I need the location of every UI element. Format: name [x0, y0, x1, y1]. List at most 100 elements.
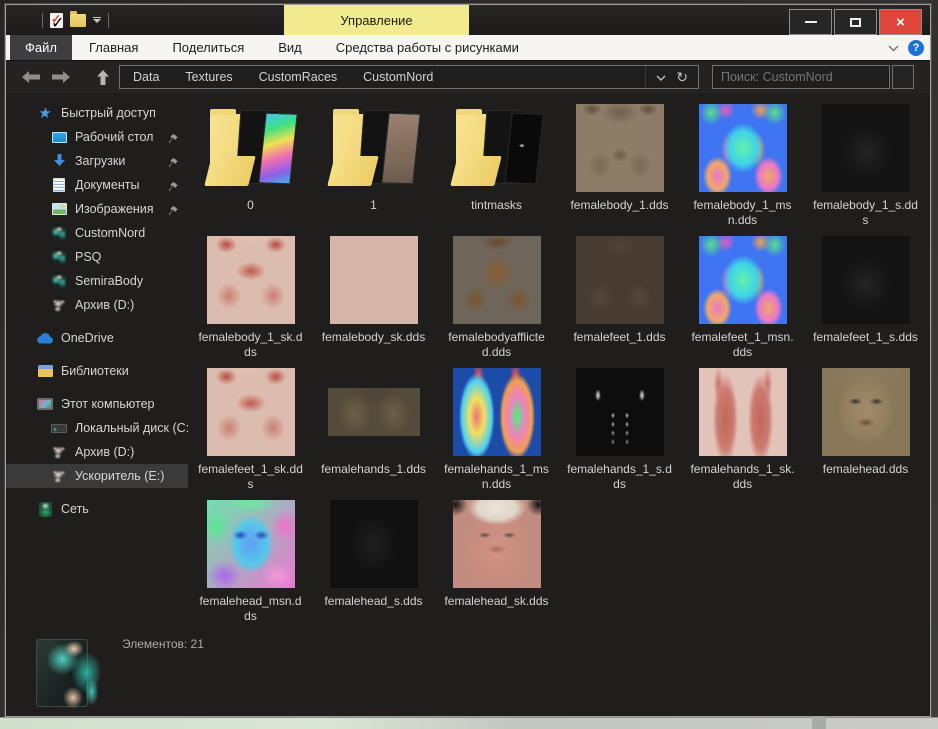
folder-item-1[interactable]: 1: [312, 101, 435, 233]
minimize-button[interactable]: [789, 9, 832, 35]
file-thumbnail: [207, 236, 295, 324]
toolbar-separator: [42, 13, 43, 28]
file-thumbnail: [207, 500, 295, 588]
ribbon-tab-4[interactable]: Средства работы с рисунками: [319, 35, 536, 60]
file-item-femalehands_1_sk.dds[interactable]: femalehands_1_sk.dds: [681, 365, 804, 497]
address-dropdown-chevron-icon[interactable]: [656, 68, 666, 86]
sidebar-item-network[interactable]: Сеть: [6, 497, 188, 521]
explorer-window: ✓ Управление × ФайлГлавнаяПоделитьсяВидС…: [5, 4, 931, 717]
sidebar-item-psq[interactable]: PSQ: [6, 245, 188, 269]
miku-folder-icon: [50, 273, 68, 289]
file-item-femalefeet_1_sk.dds[interactable]: femalefeet_1_sk.dds: [189, 365, 312, 497]
file-name: femalefeet_1_s.dds: [813, 330, 919, 345]
desktop-icon: [50, 129, 68, 145]
up-button[interactable]: [92, 67, 114, 87]
file-item-femalefeet_1.dds[interactable]: femalefeet_1.dds: [558, 233, 681, 365]
sidebar-item-local-disk-c[interactable]: Локальный диск (C:): [6, 416, 188, 440]
pin-icon: [168, 203, 178, 221]
file-thumbnail: [330, 236, 418, 324]
ribbon-tab-2[interactable]: Поделиться: [155, 35, 261, 60]
document-icon: [50, 177, 68, 193]
sidebar-item-label: OneDrive: [61, 331, 114, 345]
sidebar-item-pictures[interactable]: Изображения: [6, 197, 188, 221]
sidebar-item-accelerator-e[interactable]: Ускоритель (E:): [6, 464, 188, 488]
search-button[interactable]: [892, 65, 914, 89]
file-thumbnail: [699, 236, 787, 324]
refresh-icon[interactable]: ↻: [676, 70, 688, 84]
folder-icon: [202, 104, 300, 192]
file-item-femalehead_msn.dds[interactable]: femalehead_msn.dds: [189, 497, 312, 629]
file-item-femalehead_s.dds[interactable]: femalehead_s.dds: [312, 497, 435, 629]
new-folder-icon[interactable]: [70, 14, 86, 27]
folder-item-0[interactable]: 0: [189, 101, 312, 233]
pictures-icon: [50, 201, 68, 217]
address-bar[interactable]: DataTexturesCustomRacesCustomNord ↻: [119, 65, 699, 89]
sidebar-item-label: Этот компьютер: [61, 397, 154, 411]
sidebar-item-label: CustomNord: [75, 226, 145, 240]
qat-dropdown-icon[interactable]: [93, 17, 101, 23]
sidebar-item-downloads[interactable]: Загрузки: [6, 149, 188, 173]
file-item-femalehead.dds[interactable]: femalehead.dds: [804, 365, 927, 497]
file-thumbnail: [822, 368, 910, 456]
file-item-femalehands_1.dds[interactable]: femalehands_1.dds: [312, 365, 435, 497]
forward-button[interactable]: [50, 67, 72, 87]
sidebar-item-label: Быстрый доступ: [61, 106, 156, 120]
file-item-femalehands_1_s.dds[interactable]: femalehands_1_s.dds: [558, 365, 681, 497]
sidebar-item-this-pc[interactable]: Этот компьютер: [6, 392, 188, 416]
file-name: femalehands_1_s.dds: [567, 462, 673, 492]
sidebar-item-label: Архив (D:): [75, 298, 134, 312]
file-item-femalefeet_1_s.dds[interactable]: femalefeet_1_s.dds: [804, 233, 927, 365]
file-thumbnail: [207, 368, 295, 456]
ribbon-context-tab-manage[interactable]: Управление: [284, 5, 469, 35]
file-item-femalebody_sk.dds[interactable]: femalebody_sk.dds: [312, 233, 435, 365]
breadcrumb-textures[interactable]: Textures: [172, 66, 245, 88]
navigation-bar: DataTexturesCustomRacesCustomNord ↻: [6, 61, 930, 93]
titlebar[interactable]: ✓ Управление ×: [6, 5, 930, 35]
ribbon-tab-1[interactable]: Главная: [72, 35, 155, 60]
folder-name: 1: [321, 198, 427, 213]
file-thumbnail: [330, 500, 418, 588]
file-item-femalebody_1_sk.dds[interactable]: femalebody_1_sk.dds: [189, 233, 312, 365]
disk-icon: [50, 420, 68, 436]
close-button[interactable]: ×: [879, 9, 922, 35]
sidebar-item-onedrive[interactable]: OneDrive: [6, 326, 188, 350]
ribbon-tab-3[interactable]: Вид: [261, 35, 319, 60]
breadcrumb-data[interactable]: Data: [120, 66, 172, 88]
sidebar-item-label: Документы: [75, 178, 139, 192]
sidebar-item-customnord[interactable]: CustomNord: [6, 221, 188, 245]
sidebar-item-archive-d-quick[interactable]: Архив (D:): [6, 293, 188, 317]
search-box[interactable]: [712, 65, 890, 89]
sidebar-item-documents[interactable]: Документы: [6, 173, 188, 197]
sidebar-item-desktop[interactable]: Рабочий стол: [6, 125, 188, 149]
folder-item-tintmasks[interactable]: tintmasks: [435, 101, 558, 233]
file-item-femalehead_sk.dds[interactable]: femalehead_sk.dds: [435, 497, 558, 629]
items-count: Элементов: 21: [122, 637, 204, 651]
file-thumbnail: [453, 500, 541, 588]
sidebar-item-quick-access[interactable]: ★ Быстрый доступ: [6, 101, 188, 125]
sidebar-item-semirabody[interactable]: SemiraBody: [6, 269, 188, 293]
sidebar-item-libraries[interactable]: Библиотеки: [6, 359, 188, 383]
window-controls: ×: [789, 9, 922, 35]
file-item-femalebody_1_msn.dds[interactable]: femalebody_1_msn.dds: [681, 101, 804, 233]
file-name: femalebody_1_sk.dds: [198, 330, 304, 360]
file-item-femalefeet_1_msn.dds[interactable]: femalefeet_1_msn.dds: [681, 233, 804, 365]
sidebar-item-archive-d[interactable]: Архив (D:): [6, 440, 188, 464]
breadcrumb-customnord[interactable]: CustomNord: [350, 66, 446, 88]
ribbon-tab-row: ФайлГлавнаяПоделитьсяВидСредства работы …: [6, 35, 930, 61]
drive-custom-icon: [50, 444, 68, 460]
file-item-femalebodyafflicted.dds[interactable]: femalebodyafflicted.dds: [435, 233, 558, 365]
miku-folder-icon: [50, 225, 68, 241]
search-input[interactable]: [713, 66, 889, 88]
ribbon-tab-file[interactable]: Файл: [10, 35, 72, 60]
help-icon[interactable]: ?: [908, 40, 924, 56]
properties-check-icon[interactable]: ✓: [50, 13, 63, 28]
file-name: femalehead_sk.dds: [444, 594, 550, 609]
file-item-femalebody_1.dds[interactable]: femalebody_1.dds: [558, 101, 681, 233]
ribbon-collapse-chevron-icon[interactable]: [888, 45, 899, 52]
maximize-button[interactable]: [834, 9, 877, 35]
file-item-femalehands_1_msn.dds[interactable]: femalehands_1_msn.dds: [435, 365, 558, 497]
file-name: femalebody_1.dds: [567, 198, 673, 213]
breadcrumb-customraces[interactable]: CustomRaces: [246, 66, 351, 88]
file-item-femalebody_1_s.dds[interactable]: femalebody_1_s.dds: [804, 101, 927, 233]
back-button[interactable]: [20, 67, 42, 87]
